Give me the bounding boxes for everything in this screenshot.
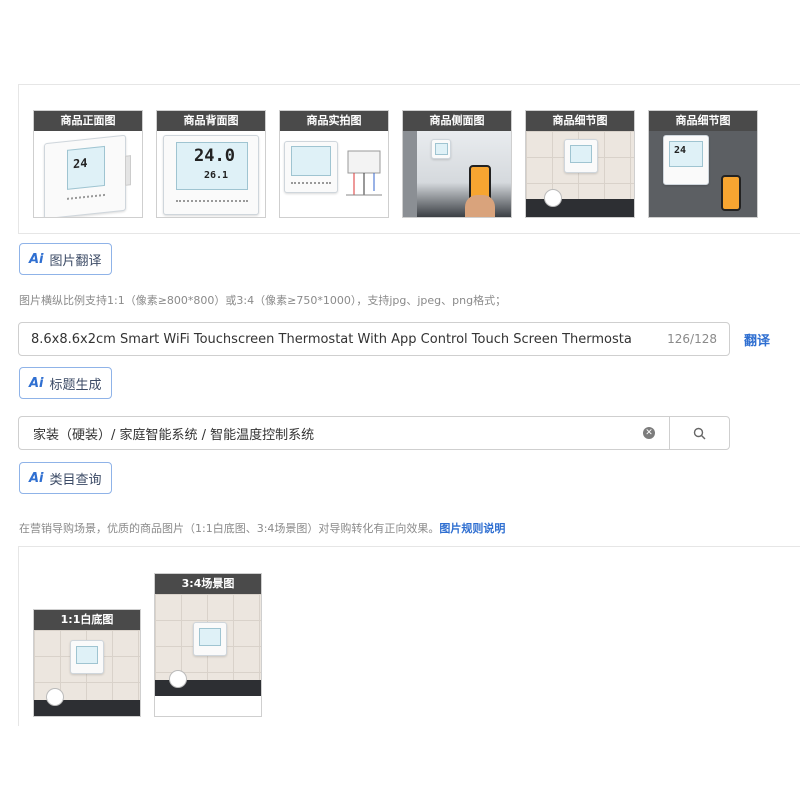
translate-title-link[interactable]: 翻译 bbox=[744, 330, 770, 349]
product-title-field[interactable]: 8.6x8.6x2cm Smart WiFi Touchscreen Therm… bbox=[18, 322, 730, 356]
image-label: 商品背面图 bbox=[157, 111, 265, 131]
phone-in-hand bbox=[721, 175, 741, 211]
search-icon bbox=[693, 427, 706, 439]
thermostat-image bbox=[431, 139, 451, 159]
image-label: 3:4场景图 bbox=[155, 574, 261, 594]
scene-image[interactable]: 3:4场景图 bbox=[154, 573, 262, 717]
white-background-image[interactable]: 1:1白底图 bbox=[33, 609, 141, 717]
clear-icon[interactable]: ✕ bbox=[643, 427, 655, 439]
button-label: 类目查询 bbox=[49, 472, 102, 488]
marketing-image-hint: 在营销导购场景，优质的商品图片（1:1白底图、3:4场景图）对导购转化有正向效果… bbox=[19, 520, 505, 536]
ai-icon: Ai bbox=[29, 375, 44, 391]
toilet-paper bbox=[544, 189, 562, 207]
image-label: 1:1白底图 bbox=[34, 610, 140, 630]
thermostat-image bbox=[70, 640, 104, 674]
product-image-back[interactable]: 商品背面图 24.0 26.1 bbox=[156, 110, 266, 218]
product-image-real[interactable]: 商品实拍图 bbox=[279, 110, 389, 218]
image-label: 商品正面图 bbox=[34, 111, 142, 131]
image-label: 商品细节图 bbox=[526, 111, 634, 131]
generate-title-button[interactable]: Ai 标题生成 bbox=[19, 367, 112, 399]
product-image-front[interactable]: 商品正面图 24 bbox=[33, 110, 143, 218]
image-label: 商品实拍图 bbox=[280, 111, 388, 131]
category-query-button[interactable]: Ai 类目查询 bbox=[19, 462, 112, 494]
temperature-reading: 24 bbox=[674, 145, 687, 156]
ai-icon: Ai bbox=[29, 251, 44, 267]
ai-icon: Ai bbox=[29, 470, 44, 486]
category-field[interactable]: 家装（硬装）/ 家庭智能系统 / 智能温度控制系统 ✕ bbox=[18, 416, 730, 450]
image-label: 商品细节图 bbox=[649, 111, 757, 131]
button-label: 标题生成 bbox=[49, 377, 102, 393]
product-image-detail-1[interactable]: 商品细节图 bbox=[525, 110, 635, 218]
toilet-paper bbox=[46, 688, 64, 706]
temperature-reading: 24 bbox=[73, 155, 88, 172]
thermostat-image bbox=[564, 139, 598, 173]
button-label: 图片翻译 bbox=[49, 253, 102, 269]
image-requirements-hint: 图片横纵比例支持1:1（像素≥800*800）或3:4（像素≥750*1000）… bbox=[19, 294, 507, 307]
wiring-diagram bbox=[346, 150, 382, 196]
secondary-reading: 26.1 bbox=[204, 170, 229, 181]
thermostat-image bbox=[193, 622, 227, 656]
product-image-list: 商品正面图 24 商品背面图 24.0 26.1 商品实拍图 商品侧面图 商品细… bbox=[33, 110, 758, 218]
image-label: 商品侧面图 bbox=[403, 111, 511, 131]
category-value[interactable]: 家装（硬装）/ 家庭智能系统 / 智能温度控制系统 bbox=[19, 424, 643, 443]
product-image-detail-2[interactable]: 商品细节图 24 bbox=[648, 110, 758, 218]
translate-image-button[interactable]: Ai 图片翻译 bbox=[19, 243, 112, 275]
product-image-side[interactable]: 商品侧面图 bbox=[402, 110, 512, 218]
temperature-reading: 24.0 bbox=[194, 146, 235, 166]
search-button[interactable] bbox=[669, 417, 729, 449]
thermostat-image: 24 bbox=[44, 134, 131, 217]
thermostat-image: 24 bbox=[663, 135, 709, 185]
marketing-hint-text: 在营销导购场景，优质的商品图片（1:1白底图、3:4场景图）对导购转化有正向效果… bbox=[19, 522, 440, 535]
product-title-value[interactable]: 8.6x8.6x2cm Smart WiFi Touchscreen Therm… bbox=[31, 332, 647, 347]
thermostat-image bbox=[284, 141, 338, 193]
thermostat-image: 24.0 26.1 bbox=[163, 135, 259, 215]
image-rules-link[interactable]: 图片规则说明 bbox=[439, 522, 505, 535]
character-counter: 126/128 bbox=[667, 332, 717, 346]
toilet-paper bbox=[169, 670, 187, 688]
